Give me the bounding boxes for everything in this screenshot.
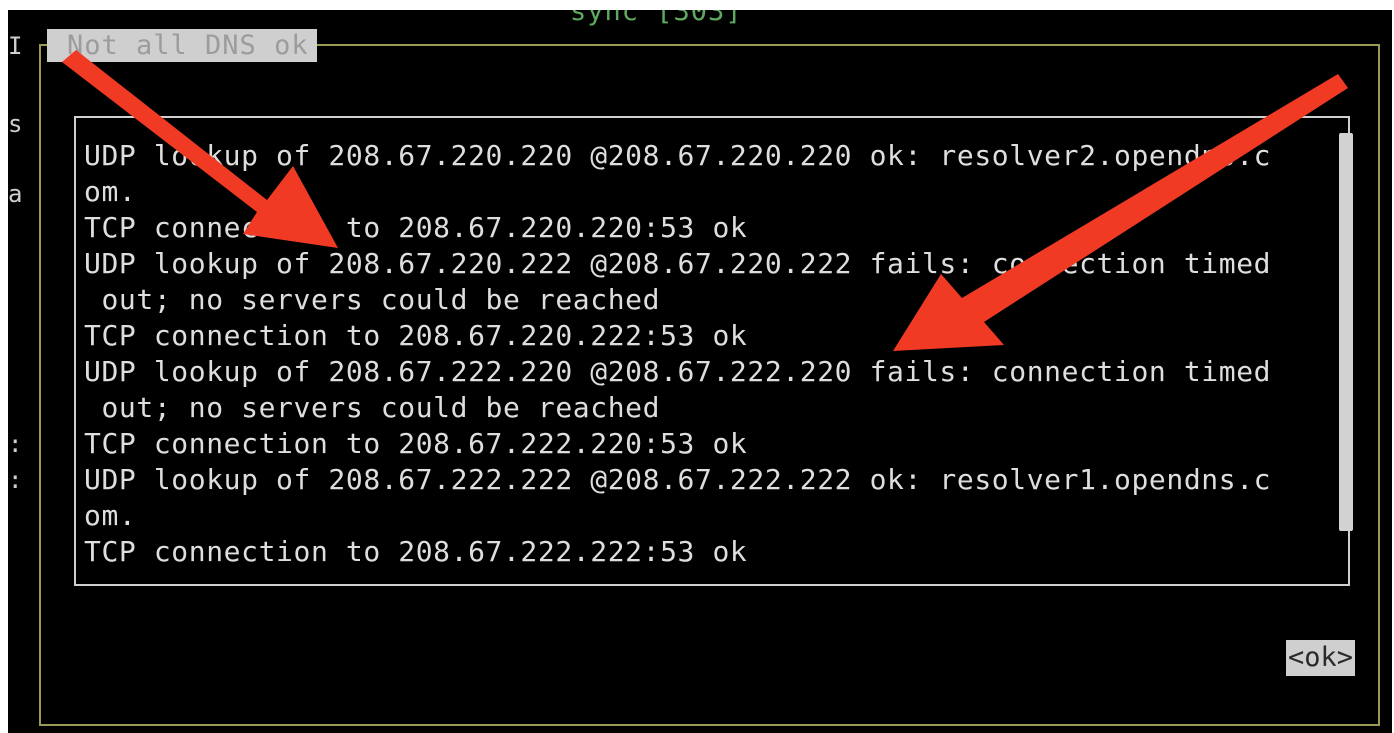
log-line: TCP connection to 208.67.222.222:53 ok — [84, 535, 748, 568]
log-line: UDP lookup of 208.67.220.222 @208.67.220… — [84, 247, 1272, 280]
side-fragment-3: a — [8, 180, 23, 208]
log-line: UDP lookup of 208.67.222.222 @208.67.222… — [84, 463, 1272, 496]
log-line: UDP lookup of 208.67.220.220 @208.67.220… — [84, 139, 1272, 172]
side-fragment-4: : — [8, 430, 23, 458]
top-status-text: sync [303] — [570, 10, 743, 27]
log-text: UDP lookup of 208.67.220.220 @208.67.220… — [84, 138, 1324, 570]
log-line: UDP lookup of 208.67.222.220 @208.67.222… — [84, 355, 1272, 388]
log-box: UDP lookup of 208.67.220.220 @208.67.220… — [74, 116, 1350, 586]
log-line: out; no servers could be reached — [84, 283, 661, 316]
log-line: TCP connection to 208.67.222.220:53 ok — [84, 427, 748, 460]
log-line: TCP connection to 208.67.220.220:53 ok — [84, 211, 748, 244]
log-line: om. — [84, 175, 137, 208]
log-line: out; no servers could be reached — [84, 391, 661, 424]
log-line: om. — [84, 499, 137, 532]
log-scrollbar[interactable] — [1339, 133, 1353, 531]
side-fragment-1: I — [8, 32, 23, 60]
ok-button[interactable]: <ok> — [1286, 640, 1356, 676]
terminal-screen: sync [303] I s a : : Not all DNS ok UDP … — [8, 10, 1392, 733]
log-line: TCP connection to 208.67.220.222:53 ok — [84, 319, 748, 352]
dialog-title: Not all DNS ok — [47, 29, 317, 62]
side-fragment-5: : — [8, 466, 23, 494]
side-fragment-2: s — [8, 110, 23, 138]
